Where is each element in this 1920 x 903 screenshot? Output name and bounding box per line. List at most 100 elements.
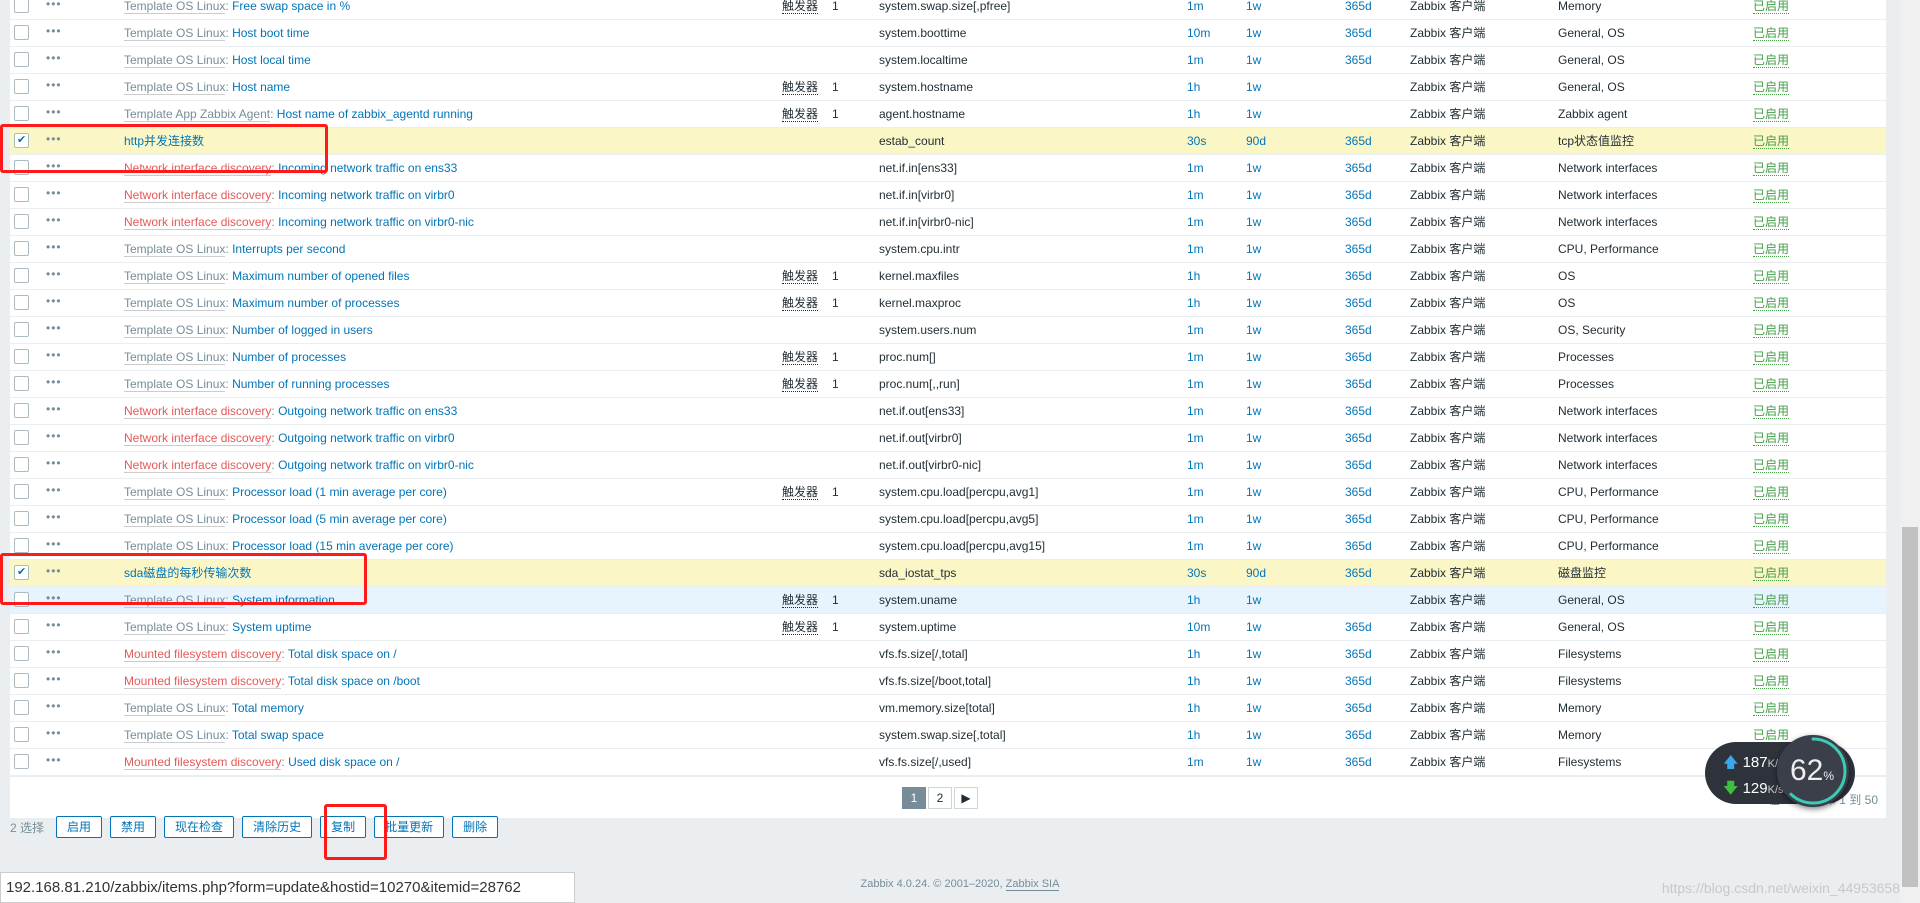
item-template-link[interactable]: Mounted filesystem discovery [124, 674, 282, 689]
row-checkbox[interactable] [14, 565, 29, 580]
row-checkbox[interactable] [14, 376, 29, 391]
more-options-icon[interactable]: ••• [46, 105, 62, 119]
row-checkbox[interactable] [14, 673, 29, 688]
more-options-icon[interactable]: ••• [46, 132, 62, 146]
item-template-link[interactable]: Template OS Linux [124, 701, 226, 716]
more-options-icon[interactable]: ••• [46, 24, 62, 38]
row-checkbox[interactable] [14, 160, 29, 175]
more-options-icon[interactable]: ••• [46, 456, 62, 470]
more-options-icon[interactable]: ••• [46, 618, 62, 632]
status-toggle[interactable]: 已启用 [1753, 107, 1790, 122]
row-checkbox[interactable] [14, 25, 29, 40]
status-toggle[interactable]: 已启用 [1753, 512, 1790, 527]
more-options-icon[interactable]: ••• [46, 699, 62, 713]
row-checkbox[interactable] [14, 457, 29, 472]
item-template-link[interactable]: Template OS Linux [124, 26, 226, 41]
row-checkbox[interactable] [14, 133, 29, 148]
status-toggle[interactable]: 已启用 [1753, 269, 1790, 284]
item-link[interactable]: Maximum number of opened files [232, 269, 409, 283]
more-options-icon[interactable]: ••• [46, 186, 62, 200]
item-link[interactable]: Maximum number of processes [232, 296, 399, 310]
status-toggle[interactable]: 已启用 [1753, 0, 1790, 14]
item-link[interactable]: Total memory [232, 701, 304, 715]
copy-button[interactable]: 复制 [320, 816, 367, 838]
item-template-link[interactable]: Template OS Linux [124, 53, 226, 68]
row-checkbox[interactable] [14, 754, 29, 769]
more-options-icon[interactable]: ••• [46, 537, 62, 551]
row-checkbox[interactable] [14, 349, 29, 364]
scrollbar[interactable] [1900, 0, 1920, 903]
row-checkbox[interactable] [14, 241, 29, 256]
item-link[interactable]: Number of running processes [232, 377, 389, 391]
status-toggle[interactable]: 已启用 [1753, 674, 1790, 689]
page-2-button[interactable]: 2 [928, 787, 952, 809]
status-toggle[interactable]: 已启用 [1753, 323, 1790, 338]
row-checkbox[interactable] [14, 214, 29, 229]
item-template-link[interactable]: Template OS Linux [124, 350, 226, 365]
more-options-icon[interactable]: ••• [46, 294, 62, 308]
more-options-icon[interactable]: ••• [46, 753, 62, 767]
item-template-link[interactable]: Template OS Linux [124, 620, 226, 635]
item-template-link[interactable]: Network interface discovery [124, 215, 272, 230]
mass-update-button[interactable]: 批量更新 [374, 816, 445, 838]
triggers-link[interactable]: 触发器 [782, 269, 819, 284]
item-link[interactable]: Host local time [232, 53, 311, 67]
row-checkbox[interactable] [14, 619, 29, 634]
status-toggle[interactable]: 已启用 [1753, 188, 1790, 203]
item-template-link[interactable]: Template OS Linux [124, 512, 226, 527]
item-link[interactable]: sda磁盘的每秒传输次数 [124, 566, 251, 580]
item-link[interactable]: Interrupts per second [232, 242, 345, 256]
item-link[interactable]: Host boot time [232, 26, 309, 40]
page-1-button[interactable]: 1 [902, 787, 926, 809]
more-options-icon[interactable]: ••• [46, 672, 62, 686]
more-options-icon[interactable]: ••• [46, 321, 62, 335]
more-options-icon[interactable]: ••• [46, 375, 62, 389]
item-link[interactable]: Processor load (5 min average per core) [232, 512, 447, 526]
item-template-link[interactable]: Mounted filesystem discovery [124, 647, 282, 662]
status-toggle[interactable]: 已启用 [1753, 26, 1790, 41]
item-template-link[interactable]: Template OS Linux [124, 593, 226, 608]
row-checkbox[interactable] [14, 646, 29, 661]
status-toggle[interactable]: 已启用 [1753, 701, 1790, 716]
row-checkbox[interactable] [14, 0, 29, 13]
item-link[interactable]: Total disk space on /boot [288, 674, 420, 688]
row-checkbox[interactable] [14, 511, 29, 526]
scrollbar-thumb[interactable] [1902, 527, 1918, 887]
item-link[interactable]: Host name [232, 80, 290, 94]
more-options-icon[interactable]: ••• [46, 402, 62, 416]
item-template-link[interactable]: Network interface discovery [124, 431, 272, 446]
item-template-link[interactable]: Template OS Linux [124, 80, 226, 95]
item-template-link[interactable]: Mounted filesystem discovery [124, 755, 282, 770]
more-options-icon[interactable]: ••• [46, 483, 62, 497]
item-link[interactable]: Processor load (1 min average per core) [232, 485, 447, 499]
status-toggle[interactable]: 已启用 [1753, 53, 1790, 68]
status-toggle[interactable]: 已启用 [1753, 566, 1790, 581]
row-checkbox[interactable] [14, 52, 29, 67]
row-checkbox[interactable] [14, 187, 29, 202]
item-link[interactable]: Total swap space [232, 728, 324, 742]
more-options-icon[interactable]: ••• [46, 78, 62, 92]
item-link[interactable]: System uptime [232, 620, 311, 634]
item-link[interactable]: Incoming network traffic on virbr0 [278, 188, 455, 202]
status-toggle[interactable]: 已启用 [1753, 80, 1790, 95]
more-options-icon[interactable]: ••• [46, 240, 62, 254]
item-template-link[interactable]: Network interface discovery [124, 458, 272, 473]
status-toggle[interactable]: 已启用 [1753, 134, 1790, 149]
more-options-icon[interactable]: ••• [46, 645, 62, 659]
item-template-link[interactable]: Template OS Linux [124, 0, 226, 14]
check-now-button[interactable]: 现在检查 [164, 816, 235, 838]
row-checkbox[interactable] [14, 295, 29, 310]
more-options-icon[interactable]: ••• [46, 267, 62, 281]
next-page-button[interactable]: ▶ [954, 787, 978, 809]
memory-usage-gauge[interactable]: 62% [1777, 735, 1849, 807]
more-options-icon[interactable]: ••• [46, 429, 62, 443]
item-template-link[interactable]: Network interface discovery [124, 188, 272, 203]
delete-button[interactable]: 删除 [452, 816, 499, 838]
item-template-link[interactable]: Template OS Linux [124, 242, 226, 257]
triggers-link[interactable]: 触发器 [782, 0, 819, 14]
clear-history-button[interactable]: 清除历史 [242, 816, 313, 838]
more-options-icon[interactable]: ••• [46, 0, 62, 11]
triggers-link[interactable]: 触发器 [782, 107, 819, 122]
triggers-link[interactable]: 触发器 [782, 620, 819, 635]
item-link[interactable]: Incoming network traffic on ens33 [278, 161, 457, 175]
